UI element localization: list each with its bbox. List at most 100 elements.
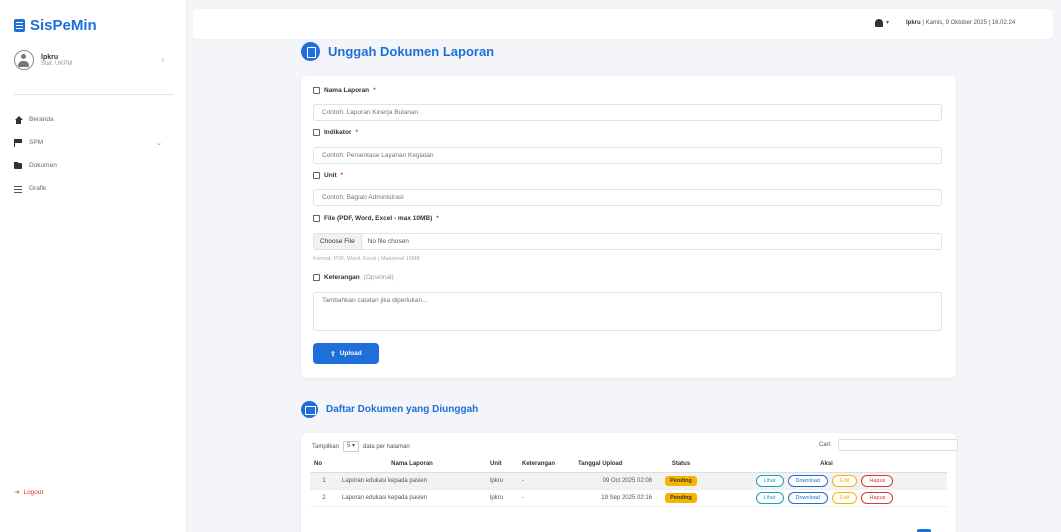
cell-tanggal: 19 Sep 2025 02:16	[574, 489, 656, 507]
top-user-info: lpkru | Kamis, 9 Oktober 2025 | 16.02.24	[906, 20, 1016, 26]
column-header[interactable]: Unit	[486, 456, 518, 473]
table-row: 1 Laporan edukasi kepada pasien lpkru - …	[310, 472, 947, 490]
cell-nama: Laporan edukasi kepada pasien	[338, 489, 486, 507]
upload-title-text: Unggah Dokumen Laporan	[328, 44, 495, 59]
page-length-select[interactable]: 5 ▾	[343, 441, 360, 452]
label-unit: Unit *	[313, 172, 343, 179]
table-row: 2 Laporan edukasi kepada pasien lpkru - …	[310, 489, 947, 507]
cell-status: Pending	[656, 472, 706, 490]
cell-unit: lpkru	[486, 489, 518, 507]
search-input[interactable]	[837, 439, 958, 451]
page-length-control: Tampilkan 5 ▾ data per halaman	[312, 441, 410, 452]
required-mark: *	[436, 215, 439, 222]
label-file: File (PDF, Word, Excel - max 10MB) *	[313, 215, 439, 222]
documents-table: No Nama Laporan Unit Keterangan Tanggal …	[310, 456, 947, 507]
column-header[interactable]: Tanggal Upload	[574, 456, 656, 473]
upload-icon: ⇧	[330, 350, 336, 358]
sidebar-item-label: Grafik	[29, 185, 47, 192]
document-icon	[14, 19, 25, 32]
view-button[interactable]: Lihat	[755, 491, 784, 504]
column-header: Aksi	[706, 456, 947, 473]
show-prefix: Tampilkan	[312, 443, 340, 450]
topbar: ▾ lpkru | Kamis, 9 Oktober 2025 | 16.02.…	[193, 9, 1053, 39]
documents-table-card: Tampilkan 5 ▾ data per halaman Cari: No …	[301, 433, 958, 532]
sidebar-item-beranda[interactable]: Beranda	[14, 108, 174, 131]
app-title: SisPeMin	[30, 17, 97, 34]
show-suffix: data per halaman	[363, 443, 410, 450]
label-text: Keterangan	[324, 274, 360, 281]
status-badge: Pending	[665, 492, 697, 503]
cell-keterangan: -	[518, 472, 574, 490]
required-mark: *	[355, 129, 358, 136]
file-input[interactable]: Choose File No file chosen	[313, 233, 942, 250]
sidebar-item-spm[interactable]: SPM ⌄	[14, 131, 174, 154]
list-title-text: Daftar Dokumen yang Diunggah	[326, 404, 479, 415]
choose-file-button[interactable]: Choose File	[314, 234, 362, 249]
home-icon	[14, 115, 23, 124]
user-name: lpkru	[41, 53, 59, 61]
chevron-down-icon: ⌄	[156, 139, 162, 147]
delete-button[interactable]: Hapus	[861, 491, 894, 504]
top-username: lpkru	[906, 20, 921, 26]
upload-form: Nama Laporan* Indikator* Unit* File (PDF…	[301, 76, 956, 378]
chevron-right-icon: ›	[161, 55, 164, 64]
cell-status: Pending	[656, 489, 706, 507]
indikator-input[interactable]	[313, 147, 942, 164]
upload-button[interactable]: ⇧ Upload	[313, 343, 379, 364]
cell-no: 2	[310, 489, 338, 507]
sidebar-item-dokumen[interactable]: Dokumen	[14, 154, 174, 177]
sidebar-item-label: Dokumen	[29, 162, 57, 169]
label-text: Unit	[324, 172, 337, 179]
optional-mark: (Opsional)	[363, 274, 394, 281]
user-role: Staf, UKPM	[41, 60, 73, 67]
cell-actions: Lihat Download Edit Hapus	[706, 472, 947, 490]
edit-button[interactable]: Edit	[832, 474, 858, 487]
list-section-title: Daftar Dokumen yang Diunggah	[301, 401, 478, 418]
table-search: Cari:	[819, 439, 958, 451]
top-datetime: Kamis, 9 Oktober 2025 | 16.02.24	[925, 20, 1016, 26]
flag-icon	[14, 138, 23, 147]
status-badge: Pending	[665, 475, 697, 486]
column-header[interactable]: No	[310, 456, 338, 473]
note-icon	[313, 274, 320, 281]
label-text: Nama Laporan	[324, 87, 370, 94]
label-indikator: Indikator *	[313, 129, 358, 136]
file-status: No file chosen	[367, 238, 409, 245]
sidebar-item-label: SPM	[29, 139, 44, 146]
sidebar: SisPeMin lpkru Staf, UKPM › Beranda SPM …	[0, 0, 187, 532]
cell-actions: Lihat Download Edit Hapus	[706, 489, 947, 507]
cell-unit: lpkru	[486, 472, 518, 490]
brand[interactable]: SisPeMin	[14, 17, 97, 34]
divider	[14, 94, 174, 95]
cell-nama: Laporan edukasi kepada pasien	[338, 472, 486, 490]
view-button[interactable]: Lihat	[755, 474, 784, 487]
upload-button-label: Upload	[339, 350, 362, 357]
bell-icon[interactable]	[875, 19, 883, 27]
logout-link[interactable]: ⇥ Logout	[14, 488, 43, 497]
download-button[interactable]: Download	[787, 474, 828, 487]
sidebar-item-label: Beranda	[29, 116, 54, 123]
nama-laporan-input[interactable]	[313, 104, 942, 121]
sidebar-item-grafik[interactable]: Grafik	[14, 177, 174, 200]
column-header[interactable]: Keterangan	[518, 456, 574, 473]
chevron-down-icon[interactable]: ▾	[886, 19, 889, 26]
label-text: Indikator	[324, 129, 352, 136]
label-keterangan: Keterangan (Opsional)	[313, 274, 394, 281]
building-icon	[313, 172, 320, 179]
file-icon	[313, 87, 320, 94]
keterangan-textarea[interactable]	[313, 292, 942, 331]
avatar-icon	[14, 50, 34, 70]
cell-tanggal: 09 Oct 2025 02:08	[574, 472, 656, 490]
label-nama-laporan: Nama Laporan *	[313, 87, 376, 94]
download-button[interactable]: Download	[787, 491, 828, 504]
column-header[interactable]: Nama Laporan	[338, 456, 486, 473]
column-header[interactable]: Status	[656, 456, 706, 473]
label-text: File (PDF, Word, Excel - max 10MB)	[324, 215, 433, 222]
edit-button[interactable]: Edit	[832, 491, 858, 504]
upload-icon	[301, 42, 320, 61]
search-label: Cari:	[819, 442, 832, 448]
delete-button[interactable]: Hapus	[861, 474, 894, 487]
user-profile[interactable]: lpkru Staf, UKPM ›	[14, 50, 164, 70]
upload-icon	[313, 215, 320, 222]
unit-input[interactable]	[313, 189, 942, 206]
